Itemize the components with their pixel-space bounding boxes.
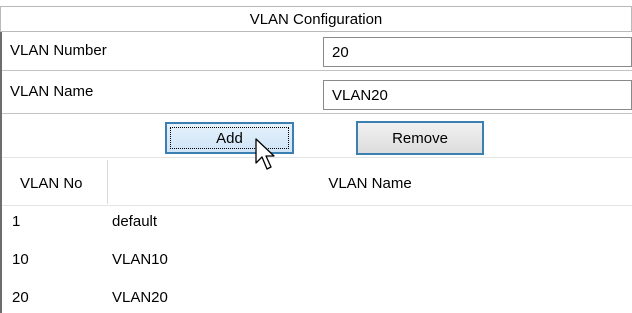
column-header-text: VLAN Name [328,174,412,192]
panel-title-text: VLAN Configuration [249,10,383,28]
vlan-number-label-text: VLAN Number [10,42,107,59]
table-row[interactable]: 20 VLAN20 [2,282,632,312]
remove-button-label: Remove [392,129,448,147]
column-header-vlan-no[interactable]: VLAN No [20,162,110,204]
column-header-vlan-name[interactable]: VLAN Name [108,162,632,204]
column-header-text: VLAN No [20,174,83,192]
add-button-label: Add [216,129,243,147]
vlan-name-field[interactable] [323,80,632,110]
row-divider [2,113,632,114]
table-row[interactable]: 10 VLAN10 [2,244,632,274]
cell-vlan-name: VLAN20 [112,288,168,306]
panel-title: VLAN Configuration [0,6,632,32]
cell-vlan-no: 10 [12,250,29,268]
vlan-number-field[interactable] [323,37,632,67]
vlan-number-label: VLAN Number [2,32,320,69]
vlan-name-label: VLAN Name [2,71,320,111]
mouse-pointer-icon [255,138,275,170]
remove-button[interactable]: Remove [356,121,484,155]
cell-vlan-no: 1 [12,212,21,230]
cell-vlan-name: default [112,212,158,230]
cell-vlan-name: VLAN10 [112,250,168,268]
table-top-border [2,157,632,158]
vlan-name-input[interactable] [332,86,631,104]
cell-vlan-no: 20 [12,288,29,306]
table-row[interactable]: 1 default [2,206,632,236]
vlan-number-input[interactable] [332,43,631,61]
vlan-name-label-text: VLAN Name [10,82,94,100]
